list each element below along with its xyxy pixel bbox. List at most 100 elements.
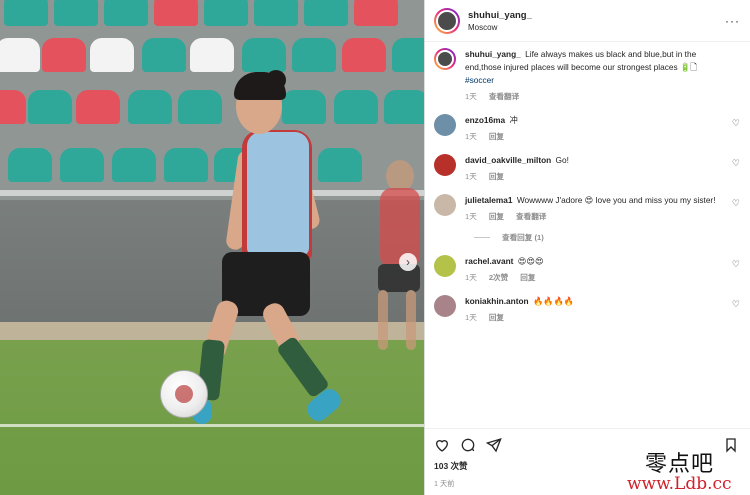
instagram-post-view: › shuhui_yang_ Moscow ··· shuhui_yang_ L…: [0, 0, 750, 495]
player-hair-bun: [266, 70, 286, 90]
caption-username[interactable]: shuhui_yang_: [465, 49, 521, 59]
like-heart-icon[interactable]: [433, 436, 451, 454]
post-sidebar: shuhui_yang_ Moscow ··· shuhui_yang_ Lif…: [424, 0, 750, 495]
comment-item: koniakhin.anton 🔥🔥🔥🔥 1天 回复 ♡: [434, 295, 740, 323]
comment-time: 1天: [465, 172, 477, 181]
commenter-username[interactable]: david_oakville_milton: [465, 155, 551, 165]
comment-text: 冲: [509, 115, 518, 125]
reply-button[interactable]: 回复: [489, 211, 504, 222]
seat: [42, 38, 86, 72]
seat: [54, 0, 98, 26]
author-info: shuhui_yang_ Moscow: [468, 10, 725, 32]
seat: [342, 38, 386, 72]
seat: [354, 0, 398, 26]
seat: [318, 148, 362, 182]
comment-item: david_oakville_milton Go! 1天 回复 ♡: [434, 154, 740, 182]
commenter-avatar[interactable]: [434, 194, 456, 216]
comment-text: 😍😍😍: [517, 256, 544, 266]
seat: [128, 90, 172, 124]
seat: [334, 90, 378, 124]
stand-railing: [0, 190, 424, 196]
comment-time: 1天: [465, 132, 477, 141]
post-photo[interactable]: ›: [0, 0, 424, 495]
seat: [154, 0, 198, 26]
seat: [142, 38, 186, 72]
reply-button[interactable]: 回复: [489, 171, 504, 182]
view-replies-label[interactable]: 查看回复 (1): [502, 232, 544, 243]
commenter-avatar[interactable]: [434, 255, 456, 277]
seat: [104, 0, 148, 26]
seat: [204, 0, 248, 26]
seat: [8, 148, 52, 182]
caption-time: 1天: [465, 92, 477, 101]
caption-emoji: 🔋🗋: [679, 62, 697, 72]
more-dots-icon[interactable]: ···: [725, 14, 740, 28]
watermark-url: www.Ldb.cc: [627, 474, 732, 494]
comment-likes[interactable]: 2次赞: [489, 272, 508, 283]
like-heart-icon[interactable]: ♡: [732, 118, 740, 129]
author-avatar[interactable]: [434, 48, 456, 70]
view-replies-button[interactable]: 查看回复 (1): [474, 232, 740, 243]
replies-divider: [474, 237, 490, 238]
next-image-button[interactable]: ›: [399, 253, 417, 271]
seat: [164, 148, 208, 182]
seat: [254, 0, 298, 26]
stadium-wall: [0, 200, 424, 325]
see-translation-button[interactable]: 查看翻译: [489, 91, 519, 102]
commenter-username[interactable]: julietalema1: [465, 195, 513, 205]
chevron-right-icon: ›: [406, 255, 410, 269]
comment-text: 🔥🔥🔥🔥: [532, 296, 575, 306]
commenter-username[interactable]: rachel.avant: [465, 256, 513, 266]
comment-bubble-icon[interactable]: [459, 436, 477, 454]
comment-time: 1天: [465, 313, 477, 322]
reply-button[interactable]: 回复: [489, 312, 504, 323]
bookmark-icon[interactable]: [722, 436, 740, 454]
reply-button[interactable]: 回复: [520, 272, 535, 283]
seat: [384, 90, 424, 124]
comment-text: Wowwww J'adore 😍 love you and miss you m…: [516, 195, 716, 205]
commenter-username[interactable]: enzo16ma: [465, 115, 505, 125]
seat: [178, 90, 222, 124]
seat: [28, 90, 72, 124]
author-avatar[interactable]: [434, 7, 460, 34]
hashtag-link[interactable]: #soccer: [465, 74, 726, 87]
comment-time: 1天: [465, 273, 477, 282]
like-heart-icon[interactable]: ♡: [732, 198, 740, 209]
seat: [90, 38, 134, 72]
seat: [292, 38, 336, 72]
like-heart-icon[interactable]: ♡: [732, 158, 740, 169]
share-plane-icon[interactable]: [485, 436, 503, 454]
seat: [282, 90, 326, 124]
like-heart-icon[interactable]: ♡: [732, 259, 740, 270]
post-location[interactable]: Moscow: [468, 23, 725, 32]
seat: [4, 0, 48, 26]
seat: [0, 90, 26, 124]
comment-item: rachel.avant 😍😍😍 1天 2次赞 回复 ♡: [434, 255, 740, 283]
caption-item: shuhui_yang_ Life always makes us black …: [434, 48, 740, 102]
commenter-avatar[interactable]: [434, 295, 456, 317]
soccer-ball: [160, 370, 208, 418]
comment-text: Go!: [555, 155, 569, 165]
commenter-username[interactable]: koniakhin.anton: [465, 296, 529, 306]
commenter-avatar[interactable]: [434, 154, 456, 176]
seat: [392, 38, 424, 72]
pitch-line: [0, 424, 424, 427]
seat: [0, 38, 40, 72]
author-username[interactable]: shuhui_yang_: [468, 10, 725, 21]
commenter-avatar[interactable]: [434, 114, 456, 136]
player-training-vest: [247, 132, 309, 256]
comment-item: enzo16ma 冲 1天 回复 ♡: [434, 114, 740, 142]
seat: [76, 90, 120, 124]
comment-time: 1天: [465, 212, 477, 221]
seat: [242, 38, 286, 72]
reply-button[interactable]: 回复: [489, 131, 504, 142]
see-translation-button[interactable]: 查看翻译: [516, 211, 546, 222]
seat: [112, 148, 156, 182]
comments-list: shuhui_yang_ Life always makes us black …: [425, 42, 750, 428]
seat: [190, 38, 234, 72]
post-header: shuhui_yang_ Moscow ···: [425, 0, 750, 42]
like-heart-icon[interactable]: ♡: [732, 299, 740, 310]
comment-item: julietalema1 Wowwww J'adore 😍 love you a…: [434, 194, 740, 222]
seat: [304, 0, 348, 26]
seat: [60, 148, 104, 182]
